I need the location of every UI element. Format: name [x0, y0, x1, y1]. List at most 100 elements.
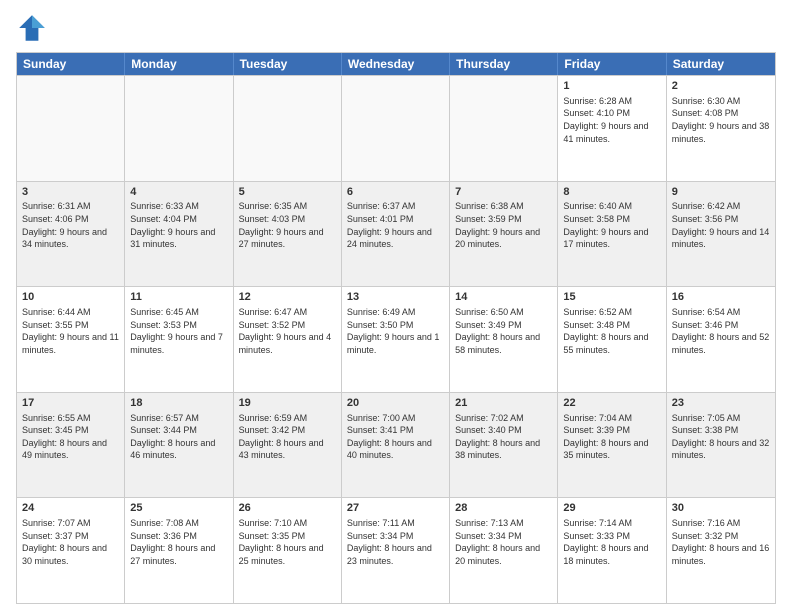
day-info: Sunrise: 7:10 AM Sunset: 3:35 PM Dayligh… [239, 517, 336, 567]
day-info: Sunrise: 7:07 AM Sunset: 3:37 PM Dayligh… [22, 517, 119, 567]
day-number: 18 [130, 396, 227, 411]
day-number: 4 [130, 185, 227, 200]
day-number: 29 [563, 501, 660, 516]
day-info: Sunrise: 7:11 AM Sunset: 3:34 PM Dayligh… [347, 517, 444, 567]
day-number: 5 [239, 185, 336, 200]
day-info: Sunrise: 6:54 AM Sunset: 3:46 PM Dayligh… [672, 306, 770, 356]
cal-cell [450, 76, 558, 181]
cal-cell: 29Sunrise: 7:14 AM Sunset: 3:33 PM Dayli… [558, 498, 666, 603]
day-number: 28 [455, 501, 552, 516]
week-row-4: 24Sunrise: 7:07 AM Sunset: 3:37 PM Dayli… [17, 497, 775, 603]
header-day-tuesday: Tuesday [234, 53, 342, 75]
cal-cell: 9Sunrise: 6:42 AM Sunset: 3:56 PM Daylig… [667, 182, 775, 287]
day-number: 13 [347, 290, 444, 305]
day-info: Sunrise: 6:33 AM Sunset: 4:04 PM Dayligh… [130, 200, 227, 250]
cal-cell [125, 76, 233, 181]
header [16, 12, 776, 44]
day-number: 12 [239, 290, 336, 305]
cal-cell: 8Sunrise: 6:40 AM Sunset: 3:58 PM Daylig… [558, 182, 666, 287]
day-number: 19 [239, 396, 336, 411]
cal-cell: 27Sunrise: 7:11 AM Sunset: 3:34 PM Dayli… [342, 498, 450, 603]
cal-cell [342, 76, 450, 181]
cal-cell: 5Sunrise: 6:35 AM Sunset: 4:03 PM Daylig… [234, 182, 342, 287]
day-info: Sunrise: 6:42 AM Sunset: 3:56 PM Dayligh… [672, 200, 770, 250]
day-info: Sunrise: 6:30 AM Sunset: 4:08 PM Dayligh… [672, 95, 770, 145]
logo-icon [16, 12, 48, 44]
day-number: 21 [455, 396, 552, 411]
cal-cell: 25Sunrise: 7:08 AM Sunset: 3:36 PM Dayli… [125, 498, 233, 603]
day-number: 10 [22, 290, 119, 305]
cal-cell [17, 76, 125, 181]
day-info: Sunrise: 6:35 AM Sunset: 4:03 PM Dayligh… [239, 200, 336, 250]
day-info: Sunrise: 6:40 AM Sunset: 3:58 PM Dayligh… [563, 200, 660, 250]
day-info: Sunrise: 6:49 AM Sunset: 3:50 PM Dayligh… [347, 306, 444, 356]
week-row-2: 10Sunrise: 6:44 AM Sunset: 3:55 PM Dayli… [17, 286, 775, 392]
day-number: 16 [672, 290, 770, 305]
day-info: Sunrise: 7:14 AM Sunset: 3:33 PM Dayligh… [563, 517, 660, 567]
cal-cell: 4Sunrise: 6:33 AM Sunset: 4:04 PM Daylig… [125, 182, 233, 287]
day-number: 9 [672, 185, 770, 200]
cal-cell: 12Sunrise: 6:47 AM Sunset: 3:52 PM Dayli… [234, 287, 342, 392]
day-number: 14 [455, 290, 552, 305]
day-number: 11 [130, 290, 227, 305]
day-number: 3 [22, 185, 119, 200]
day-number: 22 [563, 396, 660, 411]
calendar: SundayMondayTuesdayWednesdayThursdayFrid… [16, 52, 776, 604]
day-info: Sunrise: 6:44 AM Sunset: 3:55 PM Dayligh… [22, 306, 119, 356]
cal-cell: 3Sunrise: 6:31 AM Sunset: 4:06 PM Daylig… [17, 182, 125, 287]
header-day-sunday: Sunday [17, 53, 125, 75]
calendar-header: SundayMondayTuesdayWednesdayThursdayFrid… [17, 53, 775, 75]
header-day-wednesday: Wednesday [342, 53, 450, 75]
day-number: 20 [347, 396, 444, 411]
day-info: Sunrise: 6:52 AM Sunset: 3:48 PM Dayligh… [563, 306, 660, 356]
day-number: 27 [347, 501, 444, 516]
day-number: 15 [563, 290, 660, 305]
calendar-body: 1Sunrise: 6:28 AM Sunset: 4:10 PM Daylig… [17, 75, 775, 603]
day-info: Sunrise: 7:13 AM Sunset: 3:34 PM Dayligh… [455, 517, 552, 567]
cal-cell: 20Sunrise: 7:00 AM Sunset: 3:41 PM Dayli… [342, 393, 450, 498]
day-number: 7 [455, 185, 552, 200]
day-info: Sunrise: 6:28 AM Sunset: 4:10 PM Dayligh… [563, 95, 660, 145]
day-info: Sunrise: 6:38 AM Sunset: 3:59 PM Dayligh… [455, 200, 552, 250]
day-number: 8 [563, 185, 660, 200]
cal-cell: 22Sunrise: 7:04 AM Sunset: 3:39 PM Dayli… [558, 393, 666, 498]
day-info: Sunrise: 7:04 AM Sunset: 3:39 PM Dayligh… [563, 412, 660, 462]
day-info: Sunrise: 7:02 AM Sunset: 3:40 PM Dayligh… [455, 412, 552, 462]
header-day-thursday: Thursday [450, 53, 558, 75]
page: SundayMondayTuesdayWednesdayThursdayFrid… [0, 0, 792, 612]
cal-cell: 28Sunrise: 7:13 AM Sunset: 3:34 PM Dayli… [450, 498, 558, 603]
cal-cell: 24Sunrise: 7:07 AM Sunset: 3:37 PM Dayli… [17, 498, 125, 603]
day-info: Sunrise: 6:45 AM Sunset: 3:53 PM Dayligh… [130, 306, 227, 356]
cal-cell: 15Sunrise: 6:52 AM Sunset: 3:48 PM Dayli… [558, 287, 666, 392]
cal-cell: 19Sunrise: 6:59 AM Sunset: 3:42 PM Dayli… [234, 393, 342, 498]
day-info: Sunrise: 6:55 AM Sunset: 3:45 PM Dayligh… [22, 412, 119, 462]
day-number: 26 [239, 501, 336, 516]
cal-cell: 13Sunrise: 6:49 AM Sunset: 3:50 PM Dayli… [342, 287, 450, 392]
day-info: Sunrise: 7:05 AM Sunset: 3:38 PM Dayligh… [672, 412, 770, 462]
cal-cell: 30Sunrise: 7:16 AM Sunset: 3:32 PM Dayli… [667, 498, 775, 603]
cal-cell: 21Sunrise: 7:02 AM Sunset: 3:40 PM Dayli… [450, 393, 558, 498]
logo [16, 12, 52, 44]
day-number: 23 [672, 396, 770, 411]
day-number: 30 [672, 501, 770, 516]
week-row-3: 17Sunrise: 6:55 AM Sunset: 3:45 PM Dayli… [17, 392, 775, 498]
day-info: Sunrise: 6:37 AM Sunset: 4:01 PM Dayligh… [347, 200, 444, 250]
day-number: 1 [563, 79, 660, 94]
cal-cell: 10Sunrise: 6:44 AM Sunset: 3:55 PM Dayli… [17, 287, 125, 392]
cal-cell: 18Sunrise: 6:57 AM Sunset: 3:44 PM Dayli… [125, 393, 233, 498]
cal-cell: 14Sunrise: 6:50 AM Sunset: 3:49 PM Dayli… [450, 287, 558, 392]
day-info: Sunrise: 6:31 AM Sunset: 4:06 PM Dayligh… [22, 200, 119, 250]
day-info: Sunrise: 7:00 AM Sunset: 3:41 PM Dayligh… [347, 412, 444, 462]
day-info: Sunrise: 6:57 AM Sunset: 3:44 PM Dayligh… [130, 412, 227, 462]
day-info: Sunrise: 6:47 AM Sunset: 3:52 PM Dayligh… [239, 306, 336, 356]
cal-cell: 11Sunrise: 6:45 AM Sunset: 3:53 PM Dayli… [125, 287, 233, 392]
cal-cell: 26Sunrise: 7:10 AM Sunset: 3:35 PM Dayli… [234, 498, 342, 603]
cal-cell: 17Sunrise: 6:55 AM Sunset: 3:45 PM Dayli… [17, 393, 125, 498]
day-number: 17 [22, 396, 119, 411]
cal-cell: 1Sunrise: 6:28 AM Sunset: 4:10 PM Daylig… [558, 76, 666, 181]
cal-cell: 16Sunrise: 6:54 AM Sunset: 3:46 PM Dayli… [667, 287, 775, 392]
day-info: Sunrise: 7:08 AM Sunset: 3:36 PM Dayligh… [130, 517, 227, 567]
cal-cell: 7Sunrise: 6:38 AM Sunset: 3:59 PM Daylig… [450, 182, 558, 287]
header-day-saturday: Saturday [667, 53, 775, 75]
cal-cell: 6Sunrise: 6:37 AM Sunset: 4:01 PM Daylig… [342, 182, 450, 287]
